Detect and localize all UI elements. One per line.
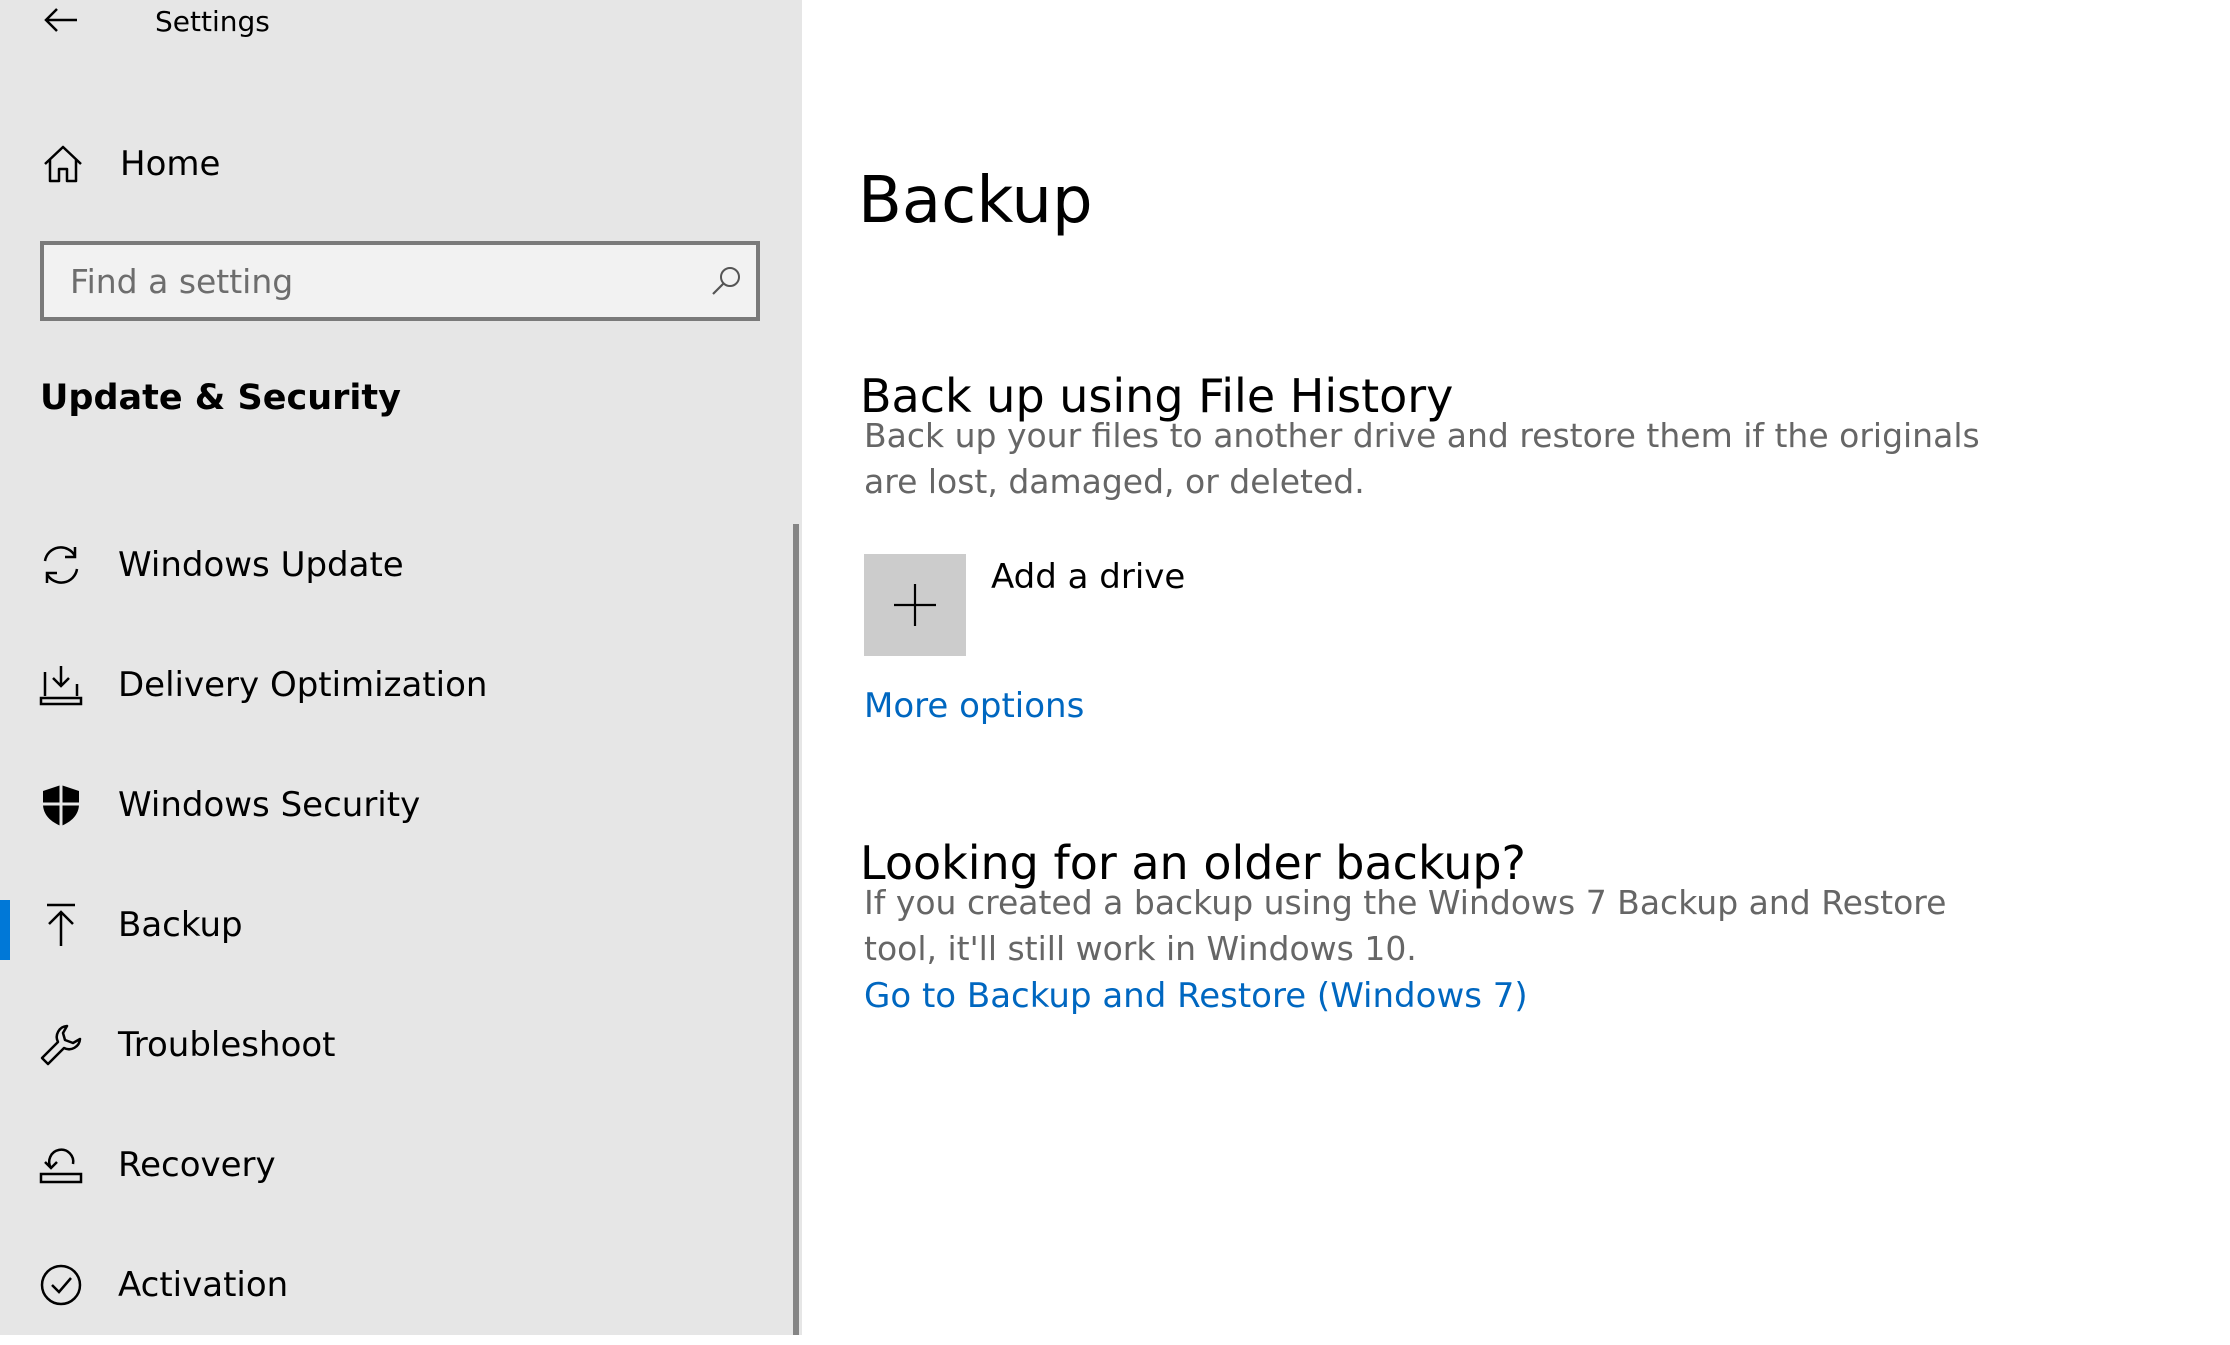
recovery-icon <box>36 1140 86 1190</box>
older-backup-description: If you created a backup using the Window… <box>864 883 1947 968</box>
home-icon <box>40 141 86 187</box>
sidebar-item-troubleshoot[interactable]: Troubleshoot <box>0 985 790 1105</box>
delivery-optimization-icon <box>36 660 86 710</box>
search-box[interactable] <box>40 241 760 321</box>
home-nav-item[interactable]: Home <box>40 134 780 194</box>
sidebar-item-label: Activation <box>118 1265 289 1305</box>
add-drive-tile[interactable] <box>864 554 966 656</box>
section-title: Update & Security <box>40 378 401 418</box>
more-options-link[interactable]: More options <box>864 683 1084 729</box>
sidebar-scrollbar[interactable] <box>793 524 799 1335</box>
back-button[interactable] <box>36 0 86 40</box>
sidebar-item-activation[interactable]: Activation <box>0 1225 790 1345</box>
app-title: Settings <box>155 5 270 38</box>
file-history-description: Back up your files to another drive and … <box>864 416 1980 501</box>
sidebar-item-recovery[interactable]: Recovery <box>0 1105 790 1225</box>
wrench-icon <box>36 1020 86 1070</box>
plus-icon <box>894 584 936 626</box>
sidebar-item-label: Backup <box>118 905 243 945</box>
back-arrow-icon <box>44 8 77 32</box>
sidebar-item-label: Troubleshoot <box>118 1025 336 1065</box>
sidebar: Settings Home Update & Security <box>0 0 802 1335</box>
home-label: Home <box>120 144 221 184</box>
add-drive-label: Add a drive <box>991 557 1186 597</box>
sidebar-item-label: Windows Security <box>118 785 421 825</box>
sidebar-item-windows-security[interactable]: Windows Security <box>0 745 790 865</box>
shield-icon <box>36 780 86 830</box>
sync-icon <box>36 540 86 590</box>
add-drive-button[interactable]: Add a drive <box>864 554 1185 656</box>
sidebar-item-windows-update[interactable]: Windows Update <box>0 505 790 625</box>
backup-arrow-icon <box>36 900 86 950</box>
check-circle-icon <box>36 1260 86 1310</box>
page-title: Backup <box>858 163 1093 238</box>
sidebar-item-label: Delivery Optimization <box>118 665 488 705</box>
sidebar-item-label: Recovery <box>118 1145 276 1185</box>
sidebar-item-delivery-optimization[interactable]: Delivery Optimization <box>0 625 790 745</box>
search-icon[interactable] <box>696 251 756 311</box>
sidebar-item-backup[interactable]: Backup <box>0 865 790 985</box>
main-content: Backup Back up using File History Back u… <box>858 0 2158 1335</box>
search-input[interactable] <box>44 261 696 301</box>
sidebar-nav: Windows Update Delivery Optimization Win… <box>0 505 790 1345</box>
selection-indicator <box>0 900 10 960</box>
sidebar-item-label: Windows Update <box>118 545 404 585</box>
backup-restore-link[interactable]: Go to Backup and Restore (Windows 7) <box>864 973 1528 1019</box>
